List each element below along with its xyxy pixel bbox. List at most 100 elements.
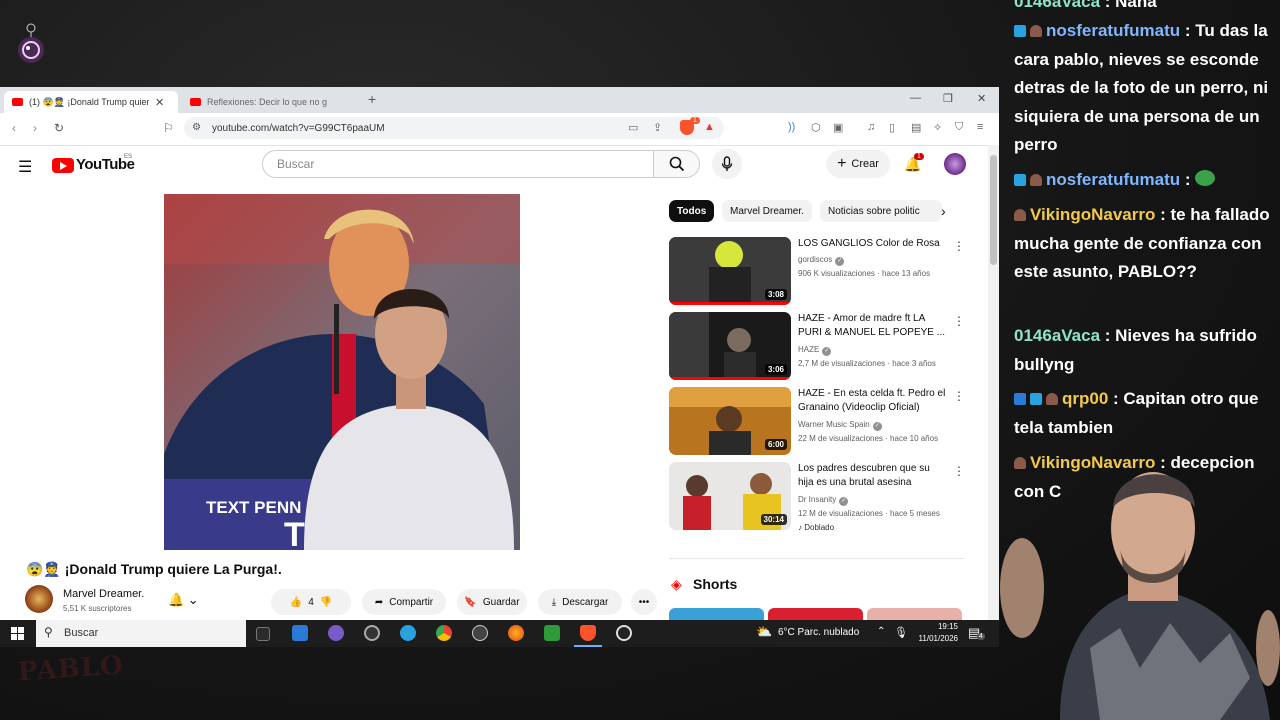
more-vertical-icon[interactable]: ⋮ bbox=[953, 314, 965, 328]
new-tab-button[interactable]: + bbox=[368, 91, 376, 107]
voice-search-button[interactable] bbox=[712, 149, 742, 179]
video-thumbnail[interactable]: 30:14 bbox=[669, 462, 791, 530]
more-actions-button[interactable]: ••• bbox=[631, 589, 657, 615]
firefox-app-icon[interactable] bbox=[508, 625, 524, 641]
recommendation-meta: 12 M de visualizaciones · hace 5 meses bbox=[798, 509, 940, 518]
video-duration: 30:14 bbox=[760, 514, 787, 525]
video-thumbnail[interactable]: 3:08 bbox=[669, 237, 791, 305]
brave-app-icon[interactable] bbox=[580, 625, 596, 641]
video-thumbnail[interactable]: 6:00 bbox=[669, 387, 791, 455]
tab-inactive[interactable]: Reflexiones: Decir lo que no gusta - You… bbox=[182, 91, 362, 113]
video-player[interactable]: TEXT PENN TR bbox=[164, 194, 520, 550]
shorts-icon: ◈ bbox=[671, 576, 682, 592]
user-avatar[interactable] bbox=[944, 153, 966, 175]
channel-name[interactable]: Marvel Dreamer. bbox=[63, 588, 144, 600]
url-text[interactable]: youtube.com/watch?v=G99CT6paaUM bbox=[212, 123, 385, 134]
chat-username: qrp00 bbox=[1062, 389, 1109, 408]
short-thumbnail[interactable] bbox=[768, 608, 863, 620]
recommendation-title[interactable]: HAZE - En esta celda ft. Pedro el Granai… bbox=[798, 387, 948, 415]
recommendation-item[interactable]: 3:06 HAZE - Amor de madre ft LA PURI & M… bbox=[669, 312, 981, 382]
search-button[interactable] bbox=[654, 150, 700, 178]
chip-all[interactable]: Todos bbox=[669, 200, 715, 222]
extension-icon[interactable]: ⬡ bbox=[811, 121, 821, 134]
monkey-badge-icon bbox=[1030, 174, 1042, 186]
tray-chevron-icon[interactable]: ⌃ bbox=[877, 626, 885, 637]
restore-icon[interactable]: ❐ bbox=[943, 92, 953, 105]
chat-message: 0146aVaca : Nieves ha sufrido bullyng bbox=[1014, 326, 1257, 374]
recommendation-item[interactable]: 6:00 HAZE - En esta celda ft. Pedro el G… bbox=[669, 387, 981, 457]
site-info-icon[interactable]: ⚙ bbox=[192, 122, 201, 133]
excel-app-icon[interactable] bbox=[544, 625, 560, 641]
discord-app-icon[interactable] bbox=[328, 625, 344, 641]
search-icon bbox=[669, 156, 684, 172]
windows-start-icon[interactable] bbox=[11, 627, 24, 640]
telegram-app-icon[interactable] bbox=[400, 625, 416, 641]
chips-next-icon[interactable]: › bbox=[941, 203, 946, 219]
menu-icon[interactable]: ≡ bbox=[977, 121, 983, 133]
music-icon[interactable]: ♫ bbox=[867, 121, 875, 133]
forward-icon[interactable]: › bbox=[33, 121, 37, 135]
youtube-logo-icon[interactable] bbox=[52, 158, 74, 173]
media-player-icon[interactable] bbox=[472, 625, 488, 641]
short-thumbnail[interactable] bbox=[669, 608, 764, 620]
wallet-icon[interactable]: ▤ bbox=[911, 121, 921, 134]
taskbar-search-text[interactable]: Buscar bbox=[64, 627, 98, 639]
audio-icon[interactable]: )) bbox=[788, 121, 795, 133]
microphone-tray-icon[interactable]: 🎙 bbox=[894, 626, 908, 639]
screenshot-icon[interactable]: ▣ bbox=[833, 121, 843, 134]
chat-username: VikingoNavarro bbox=[1030, 205, 1156, 224]
clock[interactable]: 19:15 11/01/2026 bbox=[914, 621, 958, 645]
recommendation-title[interactable]: Los padres descubren que su hija es una … bbox=[798, 462, 948, 490]
create-button[interactable]: + Crear bbox=[826, 150, 890, 178]
weather-text[interactable]: 6°C Parc. nublado bbox=[778, 627, 859, 638]
tab-active[interactable]: (1) 😨👮 ¡Donald Trump quiere La Purga! ✕ bbox=[4, 91, 178, 113]
hamburger-menu-icon[interactable]: ☰ bbox=[18, 157, 32, 177]
video-duration: 6:00 bbox=[764, 439, 787, 450]
like-button[interactable]: 👍 4 bbox=[290, 597, 314, 608]
youtube-favicon-icon bbox=[190, 98, 201, 106]
chip-politics[interactable]: Noticias sobre politic bbox=[820, 200, 942, 222]
video-thumbnail[interactable]: 3:06 bbox=[669, 312, 791, 380]
share-button[interactable]: ➦ Compartir bbox=[362, 589, 446, 615]
section-divider bbox=[669, 558, 964, 559]
vpn-icon[interactable]: ⛉ bbox=[955, 121, 963, 134]
steam-app-icon[interactable] bbox=[616, 625, 632, 641]
subscription-bell-icon[interactable]: 🔔 ⌄ bbox=[168, 592, 199, 608]
search-input[interactable] bbox=[262, 150, 654, 178]
recommendation-item[interactable]: 30:14 Los padres descubren que su hija e… bbox=[669, 462, 981, 542]
chrome-app-icon[interactable] bbox=[436, 625, 452, 641]
puzzle-icon[interactable]: ✧ bbox=[933, 121, 942, 134]
sidebar-icon[interactable]: ▯ bbox=[889, 121, 895, 134]
recommendation-item[interactable]: 3:08 LOS GANGLIOS Color de Rosa gordisco… bbox=[669, 237, 981, 307]
download-button[interactable]: ⤓ Descargar bbox=[538, 589, 622, 615]
recommendation-title[interactable]: LOS GANGLIOS Color de Rosa bbox=[798, 237, 948, 251]
dislike-button[interactable]: 👎 bbox=[320, 597, 332, 608]
chat-message: VikingoNavarro : te ha fallado mucha gen… bbox=[1014, 205, 1270, 281]
more-vertical-icon[interactable]: ⋮ bbox=[953, 239, 965, 253]
brave-badge: 1 bbox=[690, 117, 700, 124]
more-vertical-icon[interactable]: ⋮ bbox=[953, 389, 965, 403]
recommendation-title[interactable]: HAZE - Amor de madre ft LA PURI & MANUEL… bbox=[798, 312, 948, 340]
back-icon[interactable]: ‹ bbox=[12, 121, 16, 135]
verified-icon: ✓ bbox=[822, 347, 832, 356]
bookmark-icon[interactable]: ⚐ bbox=[163, 121, 174, 135]
reload-icon[interactable]: ↻ bbox=[54, 121, 64, 135]
channel-avatar[interactable] bbox=[25, 585, 53, 613]
obs-app-icon[interactable] bbox=[364, 625, 380, 641]
close-window-icon[interactable]: ✕ bbox=[977, 92, 986, 105]
more-vertical-icon[interactable]: ⋮ bbox=[953, 464, 965, 478]
chip-channel[interactable]: Marvel Dreamer. bbox=[722, 200, 812, 222]
save-button[interactable]: 🔖 Guardar bbox=[457, 589, 527, 615]
like-count: 4 bbox=[308, 596, 314, 608]
sub-badge-icon bbox=[1030, 393, 1042, 405]
scrollbar-thumb[interactable] bbox=[990, 155, 997, 265]
close-tab-icon[interactable]: ✕ bbox=[155, 96, 164, 109]
share-icon[interactable]: ⇪ bbox=[653, 121, 662, 134]
task-view-icon[interactable] bbox=[256, 627, 270, 641]
minimize-icon[interactable]: — bbox=[910, 92, 921, 104]
short-thumbnail[interactable] bbox=[867, 608, 962, 620]
pepe-emote-icon bbox=[1195, 170, 1216, 186]
brave-rewards-icon[interactable]: ▲ bbox=[704, 121, 715, 133]
store-app-icon[interactable] bbox=[292, 625, 308, 641]
cast-icon[interactable]: ▭ bbox=[628, 121, 638, 134]
